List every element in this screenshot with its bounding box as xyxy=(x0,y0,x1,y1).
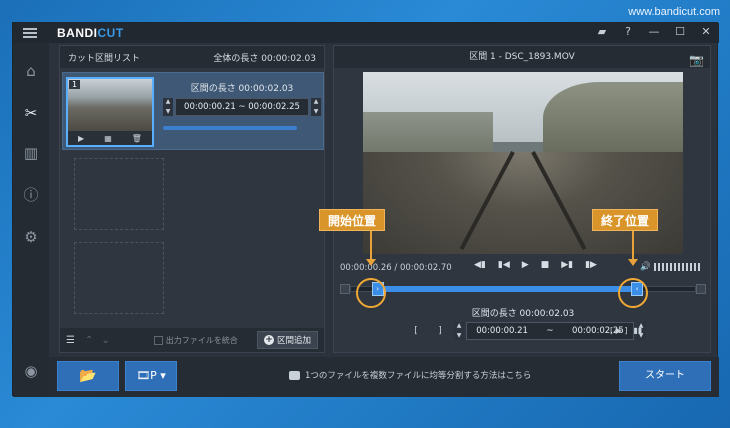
down-arrow-icon[interactable]: ⌄ xyxy=(101,335,109,346)
split-hint-link[interactable]: 1つのファイルを複数ファイルに均等分割する方法はこちら xyxy=(289,369,531,381)
clip-number: 1 xyxy=(69,80,81,89)
clip-range-stepper[interactable]: ▲ ▼ 00:00:00.21 ~ 00:00:02.25 ▲ ▼ xyxy=(163,98,321,116)
stop-icon[interactable]: ■ xyxy=(541,260,550,270)
thumbnail-image xyxy=(68,79,152,131)
plus-icon: + xyxy=(263,335,274,345)
cut-list-panel: カット区間リスト 全体の長さ 00:00:02.03 1 ▶ ▦ 🗑 区間の長さ… xyxy=(59,45,325,353)
cut-list-footer: ☰ ⌃ ⌄ 出力ファイルを統合 + 区間追加 xyxy=(60,328,324,352)
end-highlight-circle xyxy=(618,278,648,308)
start-highlight-circle xyxy=(356,278,386,308)
play-icon[interactable]: ▶ xyxy=(78,134,84,143)
play-segment-button[interactable]: [ ▶ ] xyxy=(610,326,627,335)
timeline-start-cap xyxy=(340,284,350,294)
clip-thumbnail[interactable]: 1 ▶ ▦ 🗑 xyxy=(66,77,154,147)
format-button[interactable]: 🎞P ▾ xyxy=(125,361,177,391)
start-stepper[interactable]: ▲ ▼ xyxy=(454,322,464,340)
step-forward-icon[interactable]: ▶▮ xyxy=(561,260,573,270)
sidebar: ⌂ ✂ ▥ ⓘ ⚙ ◉ xyxy=(13,43,49,397)
end-arrow-icon xyxy=(628,259,638,266)
close-icon[interactable]: ✕ xyxy=(699,25,713,38)
home-icon[interactable]: ⌂ xyxy=(21,61,41,81)
end-position-label: 終了位置 xyxy=(592,209,659,231)
merge-label: 出力ファイルを統合 xyxy=(165,335,238,345)
start-pointer-line xyxy=(370,231,372,259)
title-bar: BANDICUT ▰ ? — ☐ ✕ xyxy=(13,23,719,43)
film-icon[interactable]: ▥ xyxy=(21,143,41,163)
prev-segment-icon[interactable]: ◀▮ xyxy=(474,260,486,270)
cut-icon[interactable]: ✂ xyxy=(21,103,41,123)
start-button[interactable]: スタート xyxy=(619,361,711,391)
cut-list-title: カット区間リスト xyxy=(68,53,141,64)
start-position-label: 開始位置 xyxy=(319,209,386,231)
add-segment-button[interactable]: + 区間追加 xyxy=(256,331,318,349)
grid-icon[interactable]: ▦ xyxy=(104,134,112,143)
clip-length: 区間の長さ 00:00:02.03 xyxy=(190,84,294,94)
stepper-left[interactable]: ▲ ▼ xyxy=(163,98,173,116)
timeline-end-cap xyxy=(696,284,706,294)
pause-segment-icon[interactable]: ▮▮ xyxy=(633,326,642,335)
empty-clip-slot xyxy=(74,242,164,314)
end-pointer-line xyxy=(632,231,634,259)
playback-controls: 00:00:00.26 / 00:00:02.70 ◀▮ ▮◀ ▶ ■ ▶▮ ▮… xyxy=(340,260,706,276)
info-icon[interactable]: ⓘ xyxy=(21,185,41,205)
minimize-icon[interactable]: — xyxy=(647,25,661,38)
folder-icon[interactable]: ▰ xyxy=(595,25,609,38)
comment-icon xyxy=(289,370,300,380)
stepper-right[interactable]: ▲ ▼ xyxy=(311,98,321,116)
app-logo: BANDICUT xyxy=(57,26,124,40)
help-icon[interactable]: ? xyxy=(621,25,635,38)
set-end-button[interactable]: ] xyxy=(430,326,450,336)
next-segment-icon[interactable]: ▮▶ xyxy=(585,260,597,270)
clip-range-field[interactable]: 00:00:00.21 ~ 00:00:02.25 xyxy=(175,98,309,116)
maximize-icon[interactable]: ☐ xyxy=(673,25,687,38)
empty-clip-slot xyxy=(74,158,164,230)
selection-range xyxy=(377,286,638,292)
segment-range-field[interactable]: 00:00:00.21 ~ 00:00:02.25 xyxy=(466,322,634,340)
preview-panel: 区間 1 - DSC_1893.MOV 📷 00:00:00.26 / 00:0… xyxy=(333,45,711,353)
merge-checkbox[interactable] xyxy=(153,335,163,345)
trash-icon[interactable]: 🗑 xyxy=(132,134,142,143)
cut-list-header: カット区間リスト 全体の長さ 00:00:02.03 xyxy=(60,46,324,68)
clip-item[interactable]: 1 ▶ ▦ 🗑 区間の長さ 00:00:02.03 ▲ ▼ 00:00:00.21… xyxy=(62,72,324,150)
step-back-icon[interactable]: ▮◀ xyxy=(498,260,510,270)
start-arrow-icon xyxy=(366,259,376,266)
settings-icon[interactable]: ⚙ xyxy=(21,227,41,247)
preview-header: 区間 1 - DSC_1893.MOV 📷 xyxy=(334,46,710,68)
delete-list-icon[interactable]: ☰ xyxy=(66,335,75,346)
clip-progress-bar xyxy=(163,126,298,130)
menu-icon[interactable] xyxy=(23,28,37,38)
volume-slider[interactable] xyxy=(654,263,702,271)
bottom-bar: 📂 🎞P ▾ 1つのファイルを複数ファイルに均等分割する方法はこちら スタート xyxy=(49,357,719,397)
volume-icon[interactable]: 🔊 xyxy=(640,262,651,272)
segment-length: 区間の長さ 00:00:02.03 xyxy=(471,309,575,319)
watermark: www.bandicut.com xyxy=(628,6,720,18)
record-icon[interactable]: ◉ xyxy=(21,361,41,381)
timeline[interactable]: › ‹ xyxy=(340,282,706,296)
open-file-button[interactable]: 📂 xyxy=(57,361,119,391)
set-start-button[interactable]: [ xyxy=(406,326,426,336)
total-length: 全体の長さ 00:00:02.03 xyxy=(213,53,316,64)
preview-title: 区間 1 - DSC_1893.MOV xyxy=(469,52,575,62)
camera-icon[interactable]: 📷 xyxy=(689,49,704,71)
up-arrow-icon[interactable]: ⌃ xyxy=(85,335,93,346)
play-button-icon[interactable]: ▶ xyxy=(522,260,529,270)
time-display: 00:00:00.26 / 00:00:02.70 xyxy=(340,263,452,273)
